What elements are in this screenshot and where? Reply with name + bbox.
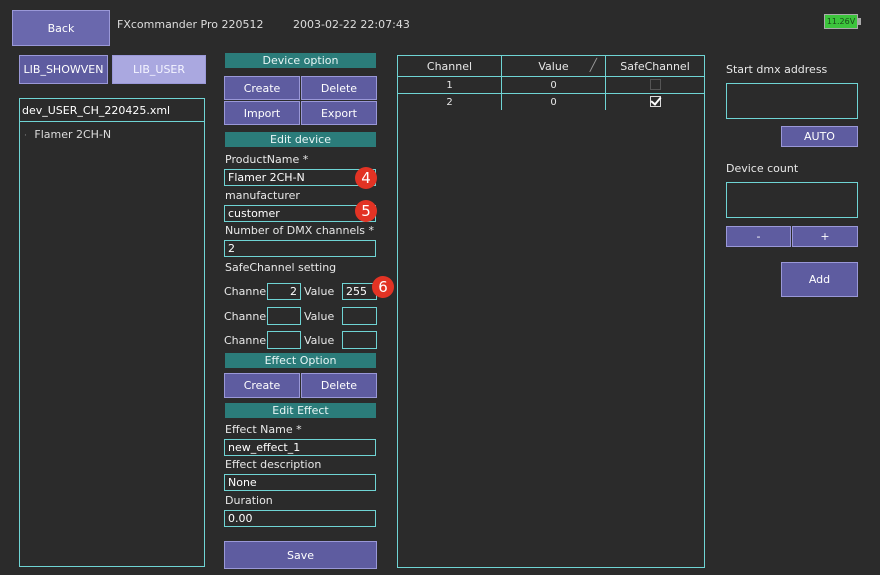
- dmx-channels-label: Number of DMX channels *: [225, 224, 375, 237]
- column-header-value-label: Value: [538, 59, 569, 73]
- effect-name-label: Effect Name *: [225, 423, 302, 436]
- tree-bullet-icon: ·: [24, 131, 27, 141]
- column-header-channel[interactable]: Channel: [397, 55, 502, 77]
- safe-row-1-channel-input[interactable]: 2: [267, 283, 301, 300]
- safe-row-3-value-label: Value: [304, 334, 335, 347]
- product-name-input[interactable]: Flamer 2CH-N: [224, 169, 376, 186]
- library-file-name[interactable]: dev_USER_CH_220425.xml: [22, 104, 170, 117]
- effect-description-input[interactable]: None: [224, 474, 376, 491]
- app-title: FXcommander Pro 220512: [117, 18, 264, 31]
- decrement-button[interactable]: -: [726, 226, 791, 247]
- product-name-label: ProductName *: [225, 153, 309, 166]
- increment-button[interactable]: +: [792, 226, 858, 247]
- start-dmx-address-input[interactable]: [726, 83, 858, 119]
- start-dmx-address-label: Start dmx address: [726, 63, 828, 76]
- safe-row-2-value-label: Value: [304, 310, 335, 323]
- column-header-safechannel[interactable]: SafeChannel: [605, 55, 705, 77]
- battery-voltage: 11.26V: [826, 17, 856, 26]
- back-button[interactable]: Back: [12, 10, 110, 46]
- cell-value: 0: [501, 93, 606, 111]
- duration-label: Duration: [225, 494, 273, 507]
- safe-row-2-channel-label: Channel: [224, 310, 270, 323]
- device-import-button[interactable]: Import: [224, 101, 300, 125]
- edit-device-header: Edit device: [225, 132, 376, 147]
- column-header-value[interactable]: Value ╱: [501, 55, 606, 77]
- cell-safechannel: [605, 76, 705, 94]
- annotation-badge-5: 5: [355, 200, 377, 222]
- device-create-button[interactable]: Create: [224, 76, 300, 100]
- battery-tip: [858, 18, 861, 25]
- device-delete-button[interactable]: Delete: [301, 76, 377, 100]
- safe-row-3-channel-label: Channel: [224, 334, 270, 347]
- sort-icon: ╱: [589, 58, 597, 72]
- auto-button[interactable]: AUTO: [781, 126, 858, 147]
- tree-item[interactable]: · Flamer 2CH-N: [24, 128, 111, 141]
- tree-item-label: Flamer 2CH-N: [34, 128, 112, 141]
- safe-channel-setting-label: SafeChannel setting: [225, 261, 337, 274]
- dmx-channels-input[interactable]: 2: [224, 240, 376, 257]
- tab-lib-showven[interactable]: LIB_SHOWVEN: [19, 55, 108, 84]
- channel-table: Channel Value ╱ SafeChannel 1 0 2 0: [397, 55, 705, 111]
- cell-channel: 1: [397, 76, 502, 94]
- cell-channel: 2: [397, 93, 502, 111]
- tab-lib-user[interactable]: LIB_USER: [112, 55, 206, 84]
- effect-name-input[interactable]: new_effect_1: [224, 439, 376, 456]
- library-tree-panel: dev_USER_CH_220425.xml · Flamer 2CH-N: [19, 98, 205, 567]
- manufacturer-label: manufacturer: [225, 189, 300, 202]
- device-option-header: Device option: [225, 53, 376, 68]
- duration-input[interactable]: 0.00: [224, 510, 376, 527]
- safe-row-3-value-input[interactable]: [342, 331, 377, 349]
- table-row[interactable]: 2 0: [397, 93, 705, 111]
- safe-row-2-channel-input[interactable]: [267, 307, 301, 325]
- safechannel-checkbox[interactable]: [649, 79, 661, 91]
- device-export-button[interactable]: Export: [301, 101, 377, 125]
- tree-divider: [20, 121, 204, 122]
- safe-row-3-channel-input[interactable]: [267, 331, 301, 349]
- safechannel-checkbox-checked[interactable]: [649, 96, 661, 108]
- add-button[interactable]: Add: [781, 262, 858, 297]
- safe-row-1-channel-label: Channel: [224, 285, 270, 298]
- effect-description-label: Effect description: [225, 458, 322, 471]
- battery-indicator: 11.26V: [824, 14, 858, 29]
- device-count-label: Device count: [726, 162, 799, 175]
- cell-safechannel: [605, 93, 705, 111]
- safe-row-1-value-label: Value: [304, 285, 335, 298]
- table-row[interactable]: 1 0: [397, 76, 705, 94]
- cell-value: 0: [501, 76, 606, 94]
- safe-row-2-value-input[interactable]: [342, 307, 377, 325]
- device-count-input[interactable]: [726, 182, 858, 218]
- effect-delete-button[interactable]: Delete: [301, 373, 377, 398]
- effect-option-header: Effect Option: [225, 353, 376, 368]
- edit-effect-header: Edit Effect: [225, 403, 376, 418]
- channel-table-panel: Channel Value ╱ SafeChannel 1 0 2 0: [397, 55, 705, 568]
- save-button[interactable]: Save: [224, 541, 377, 569]
- datetime-display: 2003-02-22 22:07:43: [293, 18, 410, 31]
- annotation-badge-4: 4: [355, 167, 377, 189]
- effect-create-button[interactable]: Create: [224, 373, 300, 398]
- table-header-row: Channel Value ╱ SafeChannel: [397, 55, 705, 77]
- annotation-badge-6: 6: [372, 276, 394, 298]
- manufacturer-input[interactable]: customer: [224, 205, 376, 222]
